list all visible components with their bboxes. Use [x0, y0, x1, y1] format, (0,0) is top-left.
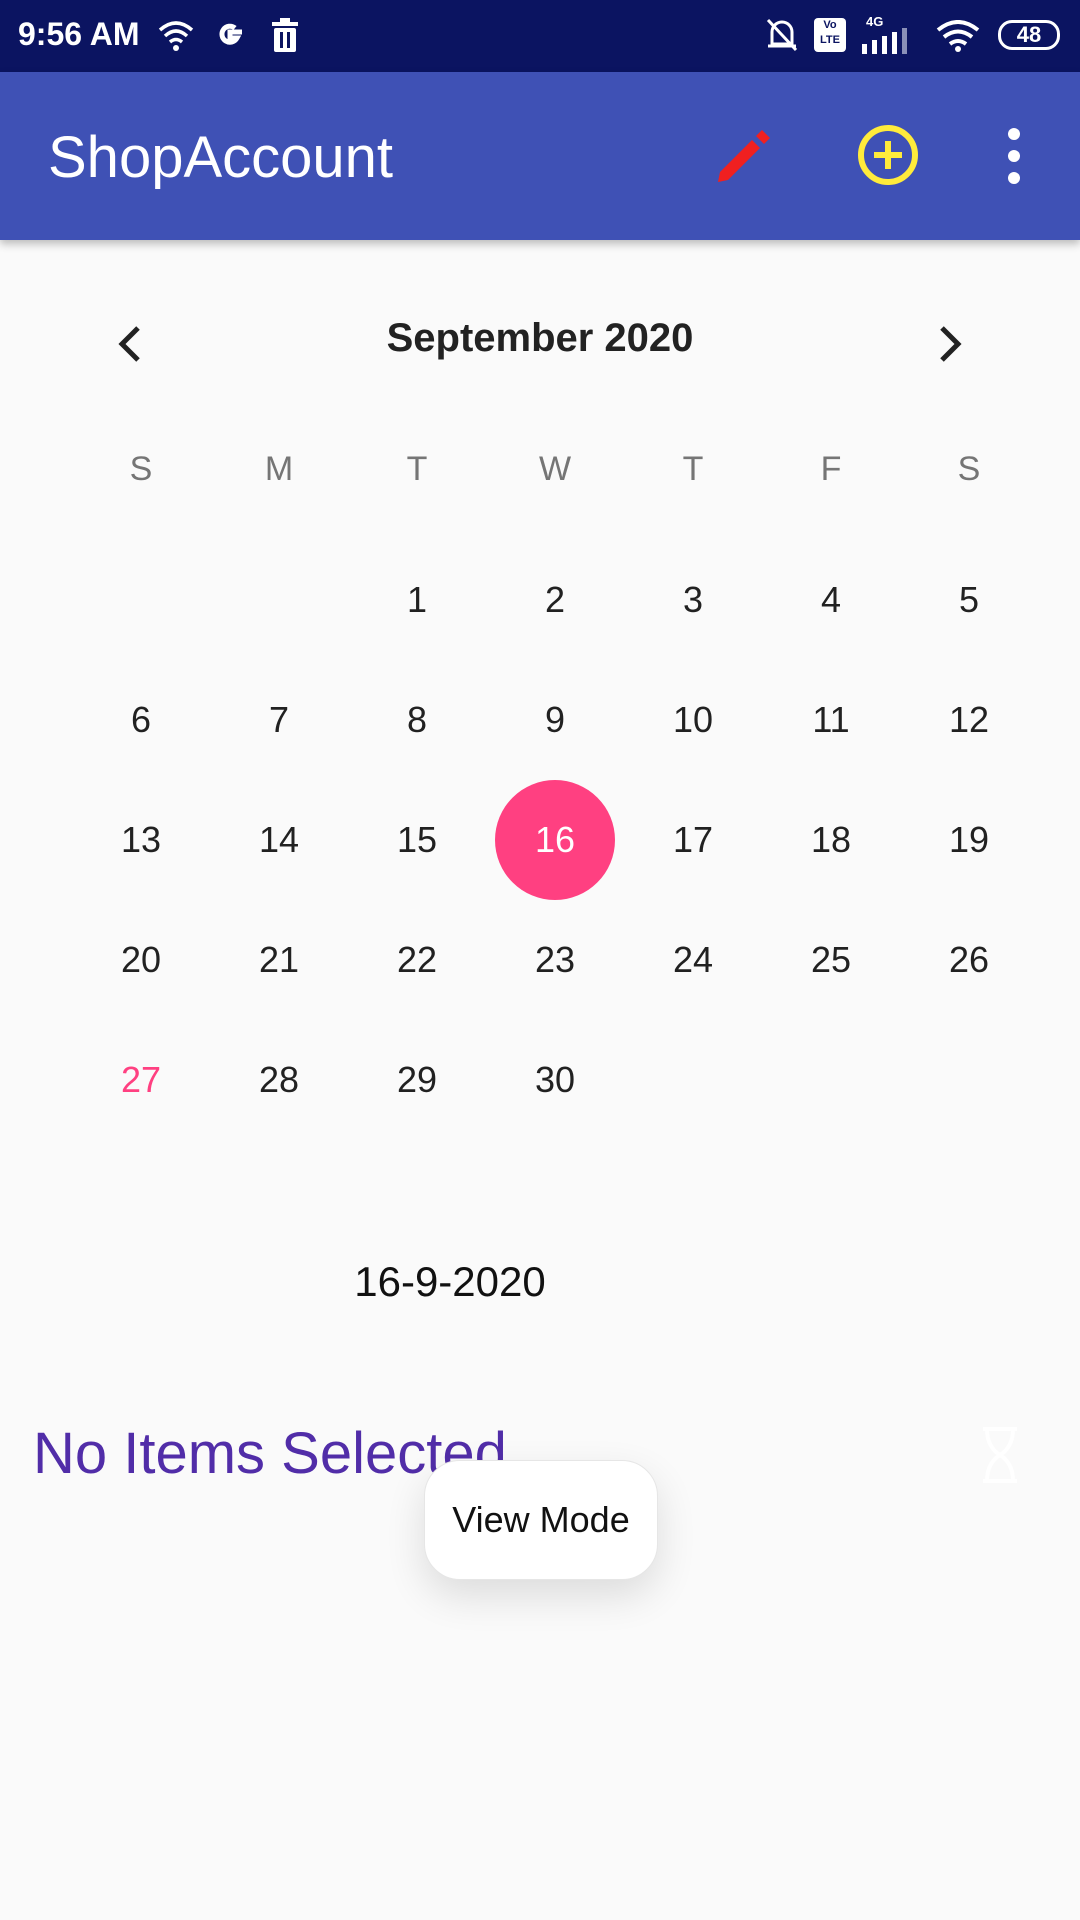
calendar-day[interactable]: 2 [486, 540, 624, 660]
edit-button[interactable] [712, 124, 776, 188]
day-number: 29 [396, 1059, 438, 1100]
day-number: 16 [495, 780, 615, 900]
calendar-day[interactable]: 14 [210, 780, 348, 900]
day-number: 11 [812, 699, 850, 740]
day-number: 6 [130, 699, 152, 740]
volte-icon: Vo LTE [814, 18, 846, 52]
hourglass-icon [983, 1427, 1017, 1483]
calendar-day[interactable]: 22 [348, 900, 486, 1020]
weekday-row: S M T W T F S [72, 450, 1038, 510]
status-bar: 9:56 AM Vo LTE 4G 48 [0, 0, 1080, 72]
trash-icon [272, 18, 298, 52]
month-label: September 2020 [386, 316, 694, 360]
app-bar: ShopAccount [0, 72, 1080, 240]
day-number: 26 [948, 939, 990, 980]
day-number: 17 [672, 819, 714, 860]
google-icon [219, 23, 242, 45]
app-title: ShopAccount [48, 125, 394, 190]
day-number: 8 [406, 699, 428, 740]
day-number: 2 [544, 579, 566, 620]
battery-icon: 48 [998, 20, 1060, 50]
day-number: 15 [396, 819, 438, 860]
weekday-label: S [957, 450, 981, 488]
calendar-day[interactable]: 24 [624, 900, 762, 1020]
network-type-label: 4G [866, 14, 884, 29]
calendar-day[interactable]: 1 [348, 540, 486, 660]
battery-level: 48 [1016, 22, 1042, 47]
day-number: 3 [682, 579, 704, 620]
selected-date-label: 16-9-2020 [354, 1258, 546, 1305]
day-number: 27 [120, 1059, 162, 1100]
day-number: 28 [258, 1059, 300, 1100]
overflow-menu-button[interactable] [996, 124, 1032, 188]
weekday-label: M [264, 450, 294, 488]
day-number: 5 [958, 579, 980, 620]
calendar-day[interactable]: 9 [486, 660, 624, 780]
status-time: 9:56 AM [18, 16, 140, 52]
toast-message: View Mode [424, 1460, 658, 1580]
calendar-header: September 2020 [0, 290, 1080, 390]
calendar-day[interactable]: 25 [762, 900, 900, 1020]
day-number: 13 [120, 819, 162, 860]
pencil-icon [718, 130, 770, 182]
weekday-label: T [406, 450, 428, 488]
day-number: 9 [544, 699, 566, 740]
calendar-day[interactable]: 29 [348, 1020, 486, 1140]
calendar-day[interactable]: 3 [624, 540, 762, 660]
day-number: 7 [268, 699, 290, 740]
add-button[interactable] [855, 122, 921, 188]
add-circle-icon [858, 125, 918, 185]
toast-text: View Mode [452, 1499, 630, 1540]
volte-label: Vo LTE [820, 19, 840, 46]
day-number: 25 [810, 939, 852, 980]
chevron-right-icon [940, 326, 962, 362]
weekday-label: F [820, 450, 842, 488]
calendar-day[interactable]: 4 [762, 540, 900, 660]
next-month-button[interactable] [920, 314, 980, 374]
day-number: 30 [534, 1059, 576, 1100]
calendar-day[interactable]: 5 [900, 540, 1038, 660]
day-number: 18 [810, 819, 852, 860]
day-number: 21 [258, 939, 300, 980]
weekday-label: T [682, 450, 704, 488]
weekday-label: W [538, 450, 572, 488]
calendar-day[interactable]: 26 [900, 900, 1038, 1020]
calendar-day[interactable]: 6 [72, 660, 210, 780]
calendar-day[interactable]: 8 [348, 660, 486, 780]
calendar-day[interactable]: 13 [72, 780, 210, 900]
day-number: 1 [406, 579, 428, 620]
day-number: 24 [672, 939, 714, 980]
day-number: 23 [534, 939, 576, 980]
weekday-label: S [129, 450, 153, 488]
wifi-icon [158, 21, 194, 51]
day-number: 22 [396, 939, 438, 980]
day-number: 4 [820, 579, 842, 620]
calendar-day[interactable]: 28 [210, 1020, 348, 1140]
calendar-day[interactable]: 30 [486, 1020, 624, 1140]
day-number: 20 [120, 939, 162, 980]
calendar-day[interactable]: 20 [72, 900, 210, 1020]
calendar-day[interactable]: 11 [762, 660, 900, 780]
day-number: 14 [258, 819, 300, 860]
bell-off-icon [766, 18, 798, 52]
calendar-day[interactable]: 17 [624, 780, 762, 900]
calendar-day[interactable]: 21 [210, 900, 348, 1020]
day-number: 10 [672, 699, 714, 740]
calendar-day[interactable]: 23 [486, 900, 624, 1020]
calendar-day[interactable]: 12 [900, 660, 1038, 780]
day-number: 12 [948, 699, 990, 740]
wifi-signal-icon [936, 20, 980, 52]
calendar-day[interactable]: 18 [762, 780, 900, 900]
calendar-day[interactable]: 27 [72, 1020, 210, 1140]
day-number: 19 [948, 819, 990, 860]
calendar-day[interactable]: 10 [624, 660, 762, 780]
calendar-grid: 1 2 3 4 5 6 7 8 9 10 11 12 13 14 15 16 17 18 19 20 21 22 23 24 2… [72, 540, 1038, 1140]
calendar-day[interactable]: 19 [900, 780, 1038, 900]
calendar-day[interactable]: 15 [348, 780, 486, 900]
more-vert-icon [1008, 128, 1020, 184]
calendar-day[interactable]: 16 [486, 780, 624, 900]
calendar-day[interactable]: 7 [210, 660, 348, 780]
signal-icon [862, 28, 907, 54]
